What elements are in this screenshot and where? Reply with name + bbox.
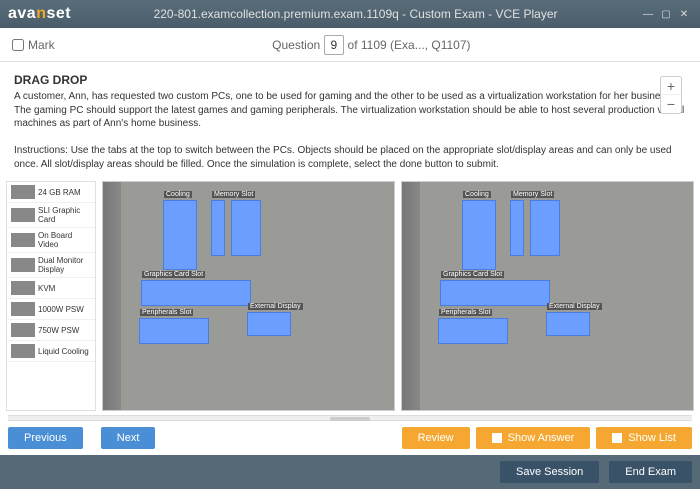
psu-icon [11,302,35,316]
next-button[interactable]: Next [101,427,156,449]
minimize-icon[interactable]: — [640,7,656,21]
pc-board-1[interactable]: Cooling Memory Slot Graphics Card Slot E… [102,181,395,411]
palette-item[interactable]: On Board Video [7,228,95,253]
question-heading: DRAG DROP [14,72,686,88]
end-exam-button[interactable]: End Exam [609,461,692,483]
palette-item[interactable]: Dual Monitor Display [7,253,95,278]
logo-part: ava [8,5,36,22]
button-label: Show List [628,432,676,444]
slot-label: Memory Slot [212,191,255,198]
app-logo: avanset [8,5,71,23]
nav-row: Previous Next Review Show Answer Show Li… [0,421,700,455]
question-label: Question [272,38,320,52]
review-button[interactable]: Review [402,427,470,449]
question-instructions: Instructions: Use the tabs at the top to… [14,144,686,171]
titlebar: avanset 220-801.examcollection.premium.e… [0,0,700,28]
spare-slot[interactable] [231,200,261,256]
palette-label: 750W PSW [38,326,79,335]
show-answer-button[interactable]: Show Answer [476,427,591,449]
button-label: Show Answer [508,432,575,444]
question-text: DRAG DROP A customer, Ann, has requested… [0,62,700,181]
logo-part-n: n [36,5,46,22]
palette-item[interactable]: Liquid Cooling [7,341,95,362]
window-controls: — ▢ ✕ [640,7,692,21]
memory-slot[interactable]: Memory Slot [510,200,524,256]
slot-label: Peripherals Slot [439,309,492,316]
kvm-icon [11,281,35,295]
gpu-icon [11,208,35,222]
palette-item[interactable]: 750W PSW [7,320,95,341]
footer: Save Session End Exam [0,455,700,489]
slot-label: External Display [248,303,303,310]
peripherals-slot[interactable]: Peripherals Slot [139,318,209,344]
checkbox-icon [492,433,502,443]
question-total: of 1109 (Exa..., Q1107) [348,38,471,52]
question-paragraph: A customer, Ann, has requested two custo… [14,90,686,131]
spare-slot[interactable] [530,200,560,256]
question-number-input[interactable]: 9 [324,35,345,55]
mark-checkbox[interactable]: Mark [12,38,55,52]
slot-label: Graphics Card Slot [142,271,205,278]
cooling-slot[interactable]: Cooling [163,200,197,270]
simulation-area: 24 GB RAM SLI Graphic Card On Board Vide… [0,181,700,411]
window-title: 220-801.examcollection.premium.exam.1109… [71,7,640,21]
zoom-out-icon[interactable]: − [661,95,681,113]
pc-board-2[interactable]: Cooling Memory Slot Graphics Card Slot E… [401,181,694,411]
ram-icon [11,185,35,199]
mark-checkbox-input[interactable] [12,39,24,51]
slot-label: Peripherals Slot [140,309,193,316]
palette-label: 24 GB RAM [38,188,81,197]
palette-label: On Board Video [38,231,91,249]
question-position: Question 9 of 1109 (Exa..., Q1107) [55,35,688,55]
zoom-control: + − [660,76,682,114]
zoom-in-icon[interactable]: + [661,77,681,95]
palette-label: 1000W PSW [38,305,84,314]
slot-label: Memory Slot [511,191,554,198]
psu-icon [11,323,35,337]
close-icon[interactable]: ✕ [676,7,692,21]
slot-label: Cooling [164,191,192,198]
previous-button[interactable]: Previous [8,427,83,449]
slot-label: Cooling [463,191,491,198]
graphics-slot[interactable]: Graphics Card Slot [141,280,251,306]
save-session-button[interactable]: Save Session [500,461,599,483]
palette-item[interactable]: 24 GB RAM [7,182,95,203]
graphics-slot[interactable]: Graphics Card Slot [440,280,550,306]
maximize-icon[interactable]: ▢ [658,7,674,21]
external-display-slot[interactable]: External Display [546,312,590,336]
peripherals-slot[interactable]: Peripherals Slot [438,318,508,344]
palette-item[interactable]: KVM [7,278,95,299]
palette-label: Dual Monitor Display [38,256,91,274]
motherboards: Cooling Memory Slot Graphics Card Slot E… [96,181,694,411]
question-bar: Mark Question 9 of 1109 (Exa..., Q1107) [0,28,700,62]
palette-label: SLI Graphic Card [38,206,91,224]
palette-item[interactable]: SLI Graphic Card [7,203,95,228]
monitor-icon [11,258,35,272]
cooling-icon [11,344,35,358]
slot-label: Graphics Card Slot [441,271,504,278]
palette-item[interactable]: 1000W PSW [7,299,95,320]
mark-label: Mark [28,38,55,52]
cooling-slot[interactable]: Cooling [462,200,496,270]
palette-label: KVM [38,284,55,293]
logo-part: set [46,5,71,22]
palette-label: Liquid Cooling [38,347,89,356]
checkbox-icon [612,433,622,443]
show-list-button[interactable]: Show List [596,427,692,449]
video-icon [11,233,35,247]
component-palette[interactable]: 24 GB RAM SLI Graphic Card On Board Vide… [6,181,96,411]
external-display-slot[interactable]: External Display [247,312,291,336]
memory-slot[interactable]: Memory Slot [211,200,225,256]
slot-label: External Display [547,303,602,310]
